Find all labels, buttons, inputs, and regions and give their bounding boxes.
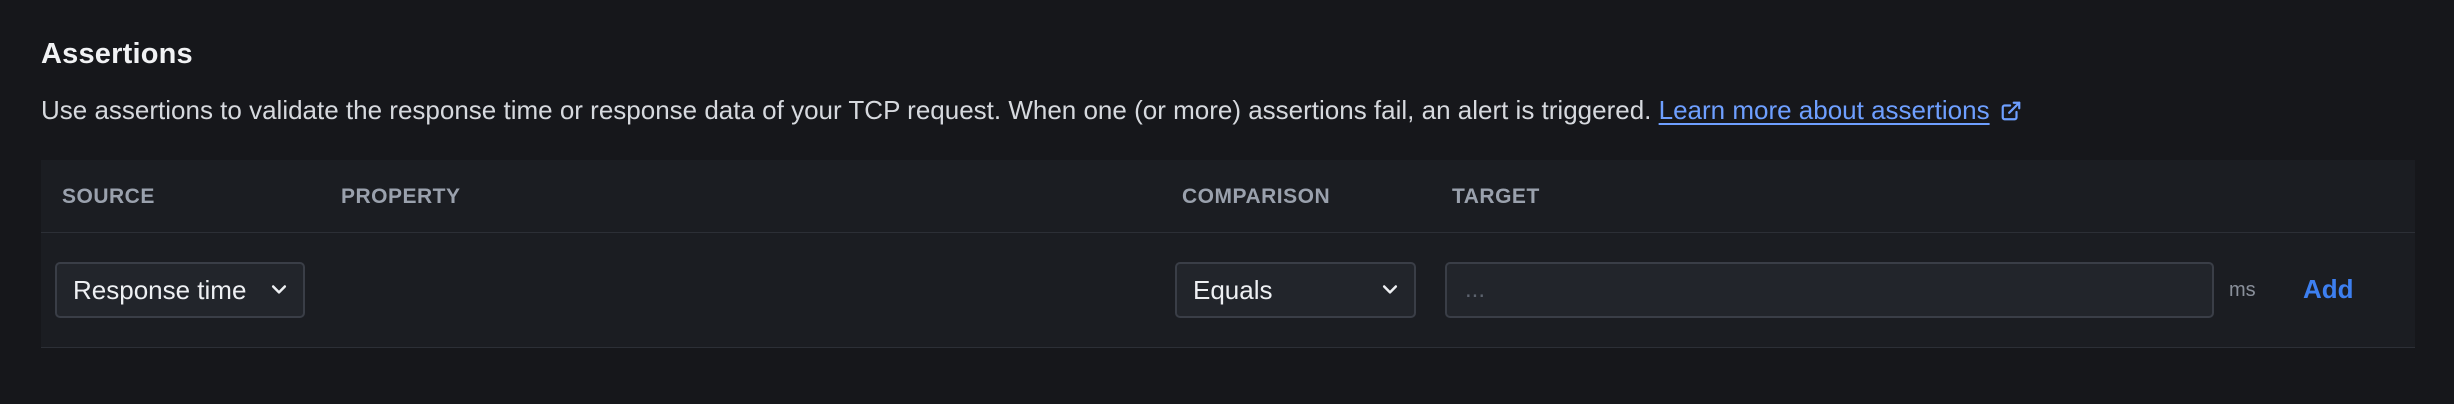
header-property: PROPERTY [341, 185, 461, 208]
add-button[interactable]: Add [2303, 274, 2354, 305]
source-select[interactable]: Response time [55, 262, 305, 318]
chevron-down-icon [271, 285, 287, 294]
source-select-value: Response time [73, 274, 247, 305]
table-header: SOURCE PROPERTY COMPARISON TARGET [41, 160, 2415, 233]
header-target: TARGET [1452, 185, 1540, 208]
table-row: Response time Equals ms Add [41, 233, 2415, 348]
external-link-icon[interactable] [2000, 100, 2022, 122]
assertions-table: SOURCE PROPERTY COMPARISON TARGET Respon… [41, 160, 2415, 348]
chevron-down-icon [1382, 285, 1398, 294]
unit-label: ms [2229, 279, 2256, 301]
comparison-select[interactable]: Equals [1175, 262, 1416, 318]
target-input[interactable] [1445, 262, 2214, 318]
section-title: Assertions [41, 38, 193, 70]
assertions-section: Assertions Use assertions to validate th… [0, 0, 2454, 404]
learn-more-link[interactable]: Learn more about assertions [1659, 95, 1990, 125]
description-text: Use assertions to validate the response … [41, 95, 1652, 125]
header-source: SOURCE [62, 185, 155, 208]
section-description: Use assertions to validate the response … [41, 95, 2022, 126]
comparison-select-value: Equals [1193, 274, 1273, 305]
learn-more-link-label: Learn more about assertions [1658, 95, 1990, 125]
header-comparison: COMPARISON [1182, 185, 1331, 208]
